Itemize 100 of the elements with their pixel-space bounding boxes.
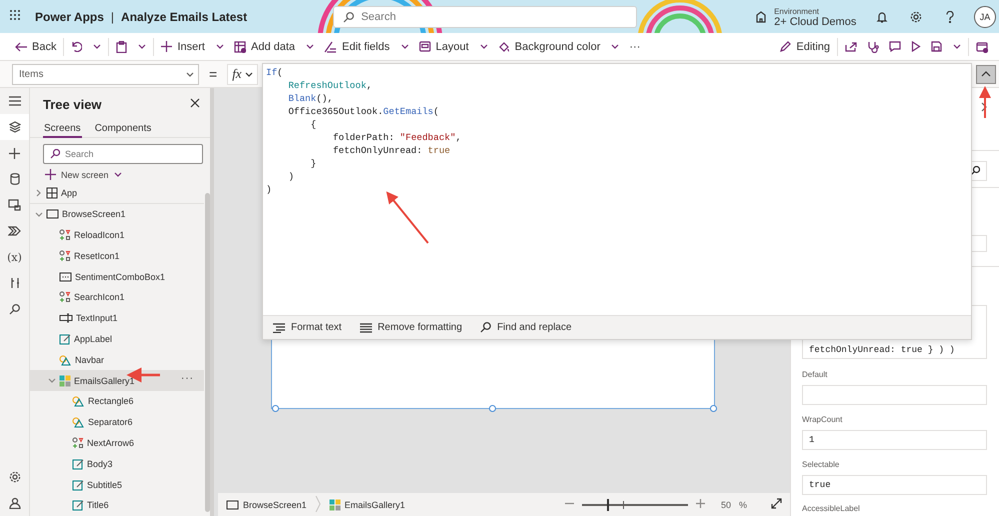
code-line: Office365Outlook.GetEmails(	[287, 105, 440, 118]
collapse-button[interactable]	[976, 64, 996, 84]
editor-tool-button[interactable]: Remove formatting	[360, 322, 462, 333]
new-screen-button[interactable]: New screen	[45, 166, 210, 183]
zoom-unit: %	[738, 500, 747, 510]
tree-item[interactable]: TextInput1	[30, 308, 204, 329]
formula-editor-dialog[interactable]: If( RefreshOutlook, Blank(), Office365Outlook.GetEmails( { folderPath: "Feedback", fetchOnlyUnread: true } ) ) Format text Remove formatting Find and replace	[262, 63, 972, 340]
share-icon	[845, 41, 857, 52]
code-line: If(	[266, 66, 284, 79]
combobox-icon	[59, 272, 72, 282]
gallery-icon	[59, 374, 71, 387]
toolbar-button[interactable]: ···	[624, 34, 646, 58]
property-field[interactable]	[802, 385, 987, 406]
resize-handle[interactable]	[489, 405, 496, 412]
toolbar-button[interactable]: Add data	[228, 34, 320, 58]
undo-icon	[71, 41, 82, 52]
tree-item[interactable]: BrowseScreen1	[30, 204, 204, 225]
rail-button[interactable]	[0, 114, 29, 140]
tree-item[interactable]: Title6	[30, 494, 204, 516]
tree-item[interactable]: ResetIcon1	[30, 245, 204, 266]
item-label: SearchIcon1	[74, 292, 125, 302]
tree-item[interactable]: Rectangle6	[30, 390, 204, 412]
tree-item[interactable]: App	[30, 183, 204, 204]
more-button[interactable]: ···	[181, 373, 194, 384]
chevron-down-icon	[306, 44, 314, 49]
item-label: Separator6	[88, 417, 133, 428]
resize-handle[interactable]	[710, 405, 717, 412]
play-icon	[911, 41, 921, 52]
tree-item[interactable]: EmailsGallery1 ···	[30, 370, 204, 391]
annotation-arrow	[979, 86, 991, 118]
environment-label: Environment	[774, 6, 820, 16]
toolbar-button[interactable]: Layout	[414, 34, 493, 58]
tree-item[interactable]: Body3	[30, 453, 204, 474]
screen-icon	[226, 500, 239, 510]
code-line: )	[287, 170, 295, 183]
environment-name[interactable]: 2+ Cloud Demos	[774, 16, 856, 28]
expand-icon	[771, 498, 782, 509]
chevron-down-icon	[216, 44, 224, 49]
chevron-down-icon	[186, 72, 194, 76]
function-button[interactable]: fx	[227, 64, 258, 84]
tree-item[interactable]: AppLabel	[30, 328, 204, 350]
slider-thumb[interactable]	[607, 498, 610, 510]
property-dropdown[interactable]: Items	[12, 64, 199, 84]
chevron-right-icon	[981, 102, 987, 112]
avatar[interactable]: JA	[974, 6, 996, 28]
chevron-up-icon	[981, 71, 991, 77]
chevron-down-icon	[138, 44, 146, 49]
resize-handle[interactable]	[272, 405, 279, 412]
code-line: fetchOnlyUnread: true	[332, 144, 452, 157]
item-label: BrowseScreen1	[62, 209, 126, 220]
chevron-down-icon	[611, 44, 620, 49]
shape-icon	[72, 416, 85, 428]
plus-icon	[9, 148, 20, 158]
breadcrumb-item[interactable]: BrowseScreen1	[226, 500, 307, 510]
search-field[interactable]: Search	[333, 6, 638, 28]
plus-icon	[45, 169, 56, 180]
table-icon	[234, 40, 246, 52]
shapes-icon	[59, 291, 71, 304]
breadcrumb-item[interactable]: EmailsGallery1	[328, 498, 406, 510]
tree-item[interactable]: Separator6	[30, 412, 204, 433]
title-separator: |	[110, 10, 114, 24]
chevron-right-icon	[314, 496, 321, 512]
editor-tool-button[interactable]: Format text	[273, 322, 342, 333]
item-label: ReloadIcon1	[74, 230, 125, 240]
property-label: AccessibleLabel	[802, 503, 861, 516]
tree-item[interactable]: NextArrow6	[30, 432, 204, 454]
property-label: Selectable	[802, 458, 840, 471]
media-icon	[8, 199, 21, 211]
fit-to-window-button[interactable]	[771, 498, 782, 511]
editor-tool-button[interactable]: Find and replace	[480, 322, 572, 333]
plus-icon	[161, 41, 172, 52]
toolbar-button[interactable]: Editing	[775, 34, 835, 58]
pencil-icon	[780, 41, 792, 52]
item-label: App	[61, 188, 78, 198]
toolbar-button[interactable]: Insert	[156, 34, 229, 58]
panel-title: Tree view	[43, 96, 102, 112]
tree-item[interactable]: SentimentComboBox1	[30, 266, 204, 287]
layers-icon	[8, 121, 20, 133]
tab[interactable]: Components	[94, 120, 152, 138]
item-label: SentimentComboBox1	[75, 272, 166, 282]
rail-button[interactable]: (x)	[0, 244, 29, 270]
tree-item[interactable]: Subtitle5	[30, 474, 204, 495]
toolbar-button[interactable]: Background color	[492, 34, 624, 58]
tree-item[interactable]: ReloadIcon1	[30, 224, 204, 246]
shape-icon	[59, 354, 72, 366]
search-field[interactable]: Search	[43, 144, 203, 164]
toolbar-button[interactable]: Edit fields	[319, 34, 414, 58]
stethoscope-icon	[867, 40, 879, 52]
item-label: EmailsGallery1	[74, 376, 135, 386]
item-label: AppLabel	[74, 334, 112, 344]
toolbar-button[interactable]: Back	[10, 34, 62, 58]
tools-icon	[10, 277, 20, 289]
tree-item[interactable]: SearchIcon1	[30, 286, 204, 308]
search-icon	[480, 322, 492, 333]
zoom-in-button[interactable]	[696, 499, 705, 510]
tree-item[interactable]: Navbar	[30, 349, 204, 370]
tab[interactable]: Screens	[43, 120, 82, 138]
property-field[interactable]: true	[802, 475, 987, 495]
item-label: Title6	[87, 500, 109, 510]
property-field[interactable]: 1	[802, 430, 987, 450]
